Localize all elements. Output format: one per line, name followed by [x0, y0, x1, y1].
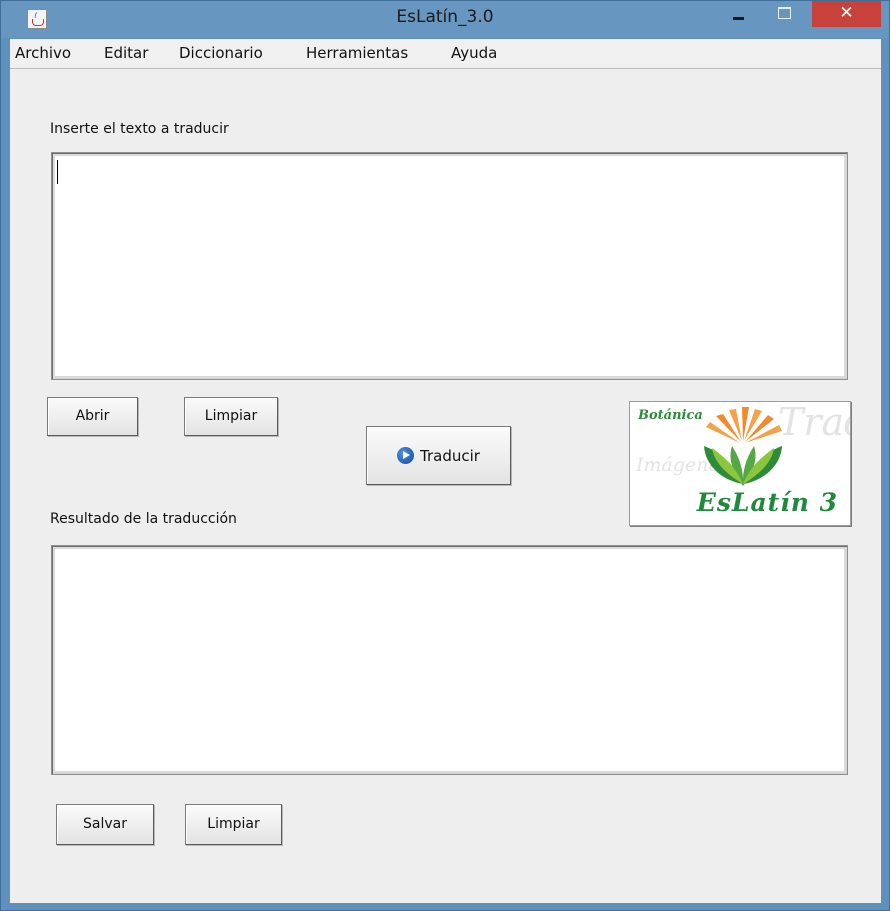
save-button[interactable]: Salvar [56, 804, 154, 845]
text-caret [57, 160, 58, 184]
title-bar[interactable]: EsLatín_3.0 ✕ [1, 1, 889, 38]
menu-diccionario[interactable]: Diccionario [179, 44, 263, 62]
menu-ayuda[interactable]: Ayuda [451, 44, 497, 62]
translate-button-label: Traducir [420, 446, 480, 465]
minimize-button[interactable] [723, 1, 753, 27]
menu-herramientas[interactable]: Herramientas [306, 44, 408, 62]
menu-archivo[interactable]: Archivo [15, 44, 71, 62]
window-title: EsLatín_3.0 [396, 7, 494, 27]
main-panel: Inserte el texto a traducir Abrir Limpia… [10, 69, 881, 903]
maximize-button[interactable] [769, 1, 799, 27]
app-window: EsLatín_3.0 ✕ Archivo Editar Diccionario… [0, 0, 890, 911]
close-icon: ✕ [839, 3, 854, 23]
translate-button[interactable]: Traducir [366, 426, 511, 485]
clear-input-button[interactable]: Limpiar [184, 397, 278, 436]
close-button[interactable]: ✕ [812, 1, 881, 27]
logo-title: EsLatín 3 [696, 488, 838, 517]
menu-editar[interactable]: Editar [104, 44, 148, 62]
minimize-icon [733, 17, 744, 20]
leaves-icon [704, 446, 782, 486]
play-circle-icon [397, 447, 415, 464]
menu-bar: Archivo Editar Diccionario Herramientas … [10, 39, 881, 69]
input-textarea[interactable] [51, 152, 848, 380]
maximize-icon [778, 7, 791, 19]
output-label: Resultado de la traducción [50, 511, 237, 527]
input-label: Inserte el texto a traducir [50, 121, 229, 137]
open-button[interactable]: Abrir [47, 397, 138, 436]
sun-rays-icon [706, 407, 782, 443]
clear-output-button[interactable]: Limpiar [185, 804, 282, 845]
eslatin-logo: Traducc Imágenes Botánica [629, 401, 851, 526]
output-textarea[interactable] [51, 545, 848, 775]
